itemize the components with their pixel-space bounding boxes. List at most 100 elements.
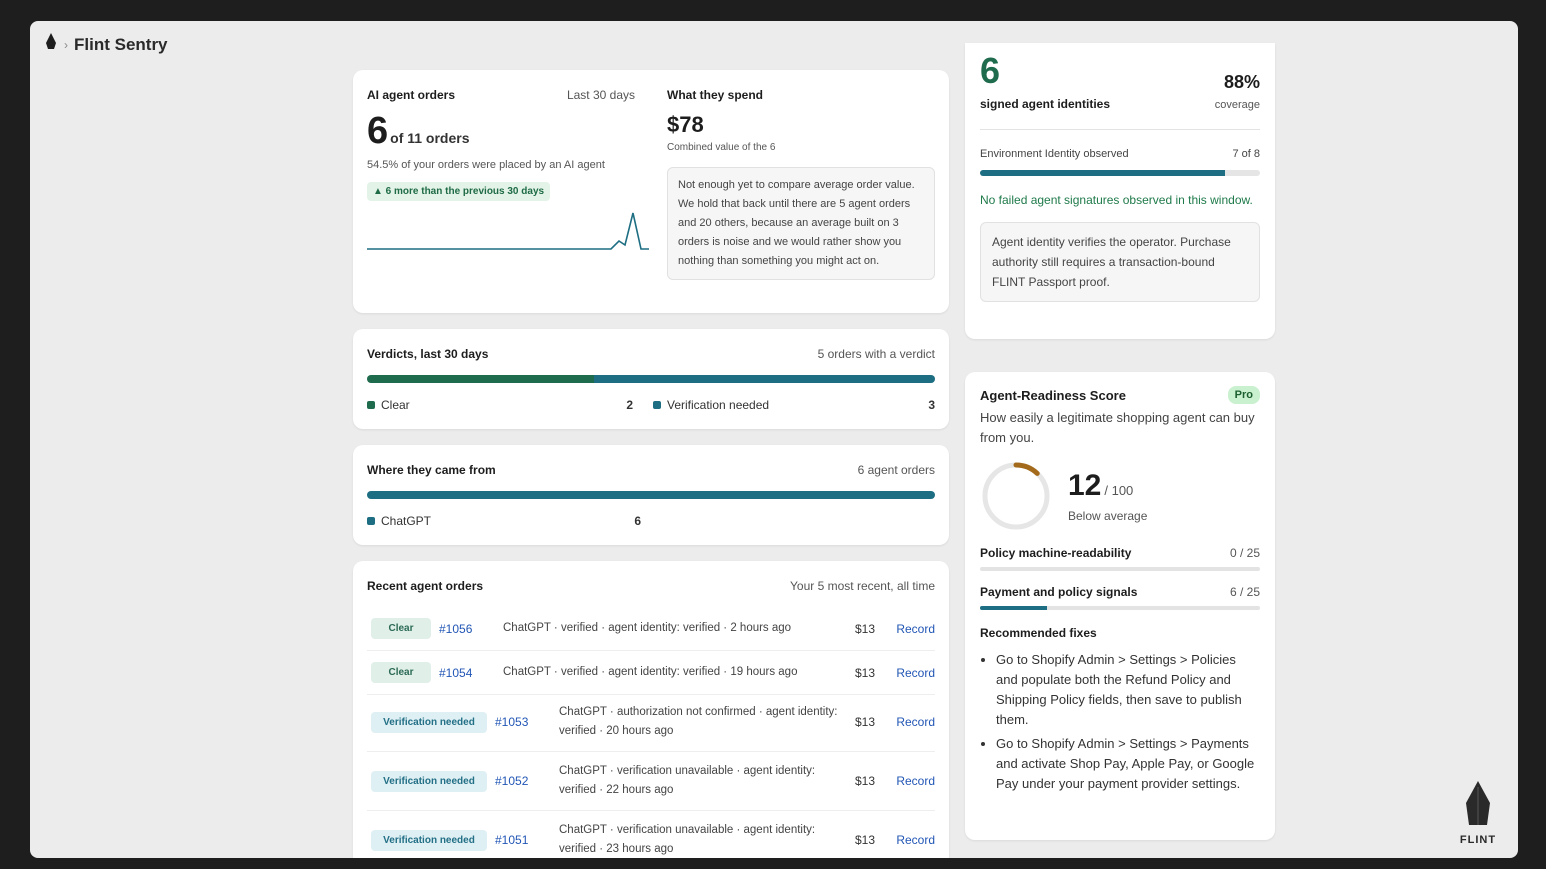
fixes-list: Go to Shopify Admin > Settings > Policie… — [980, 650, 1260, 794]
verdicts-card: Verdicts, last 30 days 5 orders with a v… — [353, 329, 949, 429]
table-row[interactable]: Verification needed #1053 ChatGPT · author… — [367, 693, 935, 752]
readiness-metric: Policy machine-readability 0 / 25 — [980, 546, 1260, 571]
record-link[interactable]: Record — [895, 622, 935, 636]
order-amount: $13 — [855, 715, 876, 729]
identity-note: Agent identity verifies the operator. Pu… — [980, 221, 1260, 302]
identity-label: signed agent identities — [980, 96, 1111, 111]
readiness-metrics: Policy machine-readability 0 / 25 Payment … — [980, 546, 1260, 610]
record-link[interactable]: Record — [895, 833, 935, 847]
legend-swatch — [653, 401, 661, 409]
bar-segment-chatgpt — [367, 491, 935, 499]
record-link[interactable]: Record — [895, 774, 935, 788]
identity-count: 6 — [980, 50, 1001, 91]
sources-title: Where they came from — [367, 463, 496, 477]
metric-bar — [980, 606, 1260, 610]
spend-note: Not enough yet to compare average order … — [667, 167, 935, 280]
metric-label: Payment and policy signals — [980, 585, 1138, 599]
sparkline-line — [367, 212, 649, 250]
flint-arrowhead-icon — [1466, 781, 1490, 825]
readiness-subtitle: How easily a legitimate shopping agent c… — [980, 410, 1255, 445]
score-value: 12 — [1068, 469, 1102, 502]
fix-item: Go to Shopify Admin > Settings > Policie… — [996, 650, 1260, 730]
metric-label: Policy machine-readability — [980, 546, 1132, 560]
flint-logo-text: FLINT — [1459, 834, 1497, 846]
legend-clear: Clear 2 — [367, 398, 647, 412]
verdict-badge: Clear — [371, 618, 431, 639]
spend-caption: Combined value of the 6 — [667, 142, 776, 153]
app-title[interactable]: Flint Sentry — [74, 35, 168, 55]
metric-bar-fill — [980, 606, 1048, 610]
period-label: Last 30 days — [566, 88, 635, 102]
delta-badge: ▲ 6 more than the previous 30 days — [367, 182, 551, 201]
flint-logo-icon[interactable] — [44, 33, 58, 56]
recent-summary: Your 5 most recent, all time — [790, 579, 935, 593]
total-orders: of 11 orders — [390, 130, 470, 146]
metric-bar — [980, 567, 1260, 571]
legend-swatch — [367, 401, 375, 409]
score-out-of: / 100 — [1104, 483, 1134, 498]
agent-orders-card: AI agent orders Last 30 days 6 of 11 ord… — [353, 70, 949, 313]
sources-bar — [367, 491, 935, 499]
env-label: Environment Identity observed — [980, 147, 1129, 160]
score-ring — [982, 462, 1050, 530]
order-id-link[interactable]: #1054 — [439, 666, 503, 680]
record-link[interactable]: Record — [895, 715, 935, 729]
order-description: ChatGPT · verified · agent identity: ver… — [503, 666, 798, 678]
app-frame: › Flint Sentry AI agent orders Last 30 d… — [30, 21, 1518, 858]
order-description: ChatGPT · authorization not confirmed · … — [559, 706, 838, 737]
order-id-link[interactable]: #1051 — [495, 833, 559, 847]
order-description: ChatGPT · verified · agent identity: ver… — [503, 622, 792, 634]
table-row[interactable]: Verification needed #1051 ChatGPT · verifi… — [367, 811, 935, 858]
spend-value: $78 — [667, 112, 704, 137]
legend-value: 2 — [626, 398, 633, 412]
identity-card: 6 signed agent identities 88% coverage E… — [965, 43, 1275, 339]
recent-orders-card: Recent agent orders Your 5 most recent, … — [353, 561, 949, 858]
recent-title: Recent agent orders — [367, 579, 484, 593]
order-amount: $13 — [855, 833, 876, 847]
order-amount: $13 — [855, 774, 876, 788]
table-row[interactable]: Clear #1054 ChatGPT · verified · agent ide… — [367, 651, 935, 695]
legend-label: Verification needed — [667, 398, 770, 412]
table-row[interactable]: Verification needed #1052 ChatGPT · verifi… — [367, 752, 935, 811]
legend-chatgpt: ChatGPT 6 — [367, 514, 641, 528]
order-description: ChatGPT · verification unavailable · age… — [559, 765, 816, 796]
env-bar — [980, 169, 1260, 176]
legend-swatch — [367, 517, 375, 525]
verdict-bar — [367, 375, 935, 383]
metric-value: 0 / 25 — [1229, 546, 1260, 560]
legend-verification: Verification needed 3 — [647, 398, 935, 412]
metric-value: 6 / 25 — [1229, 585, 1260, 599]
flint-brand-logo: FLINT — [1454, 781, 1502, 846]
env-value: 7 of 8 — [1232, 147, 1260, 160]
order-id-link[interactable]: #1056 — [439, 622, 503, 636]
sources-card: Where they came from 6 agent orders Chat… — [353, 445, 949, 545]
legend-label: ChatGPT — [381, 514, 432, 528]
verdict-badge: Verification needed — [371, 711, 487, 733]
order-id-link[interactable]: #1053 — [495, 715, 559, 729]
legend-value: 3 — [928, 398, 935, 412]
breadcrumb: › Flint Sentry — [44, 33, 168, 56]
record-link[interactable]: Record — [895, 666, 935, 680]
readiness-metric: Payment and policy signals 6 / 25 — [980, 585, 1260, 610]
legend-label: Clear — [381, 398, 410, 412]
coverage-label: coverage — [1214, 98, 1260, 111]
readiness-title: Agent-Readiness Score — [980, 387, 1126, 403]
bar-segment-verification — [594, 375, 935, 383]
verdict-badge: Verification needed — [371, 829, 487, 851]
orders-sparkline — [367, 212, 649, 250]
readiness-card: Agent-Readiness Score Pro How easily a l… — [965, 372, 1275, 840]
agent-order-count: 6 — [367, 110, 389, 152]
verdicts-title: Verdicts, last 30 days — [367, 347, 489, 361]
legend-value: 6 — [634, 514, 641, 528]
verdict-badge: Verification needed — [371, 770, 487, 792]
order-amount: $13 — [855, 621, 876, 636]
spend-title: What they spend — [667, 88, 764, 102]
verdict-badge: Clear — [371, 662, 431, 683]
pro-badge: Pro — [1227, 386, 1260, 404]
card-title: AI agent orders — [367, 88, 456, 102]
table-row[interactable]: Clear #1056 ChatGPT · verified · agent ide… — [367, 607, 935, 651]
chevron-right-icon: › — [64, 37, 68, 52]
order-id-link[interactable]: #1052 — [495, 774, 559, 788]
share-text: 54.5% of your orders were placed by an A… — [367, 159, 605, 171]
divider — [980, 128, 1260, 130]
